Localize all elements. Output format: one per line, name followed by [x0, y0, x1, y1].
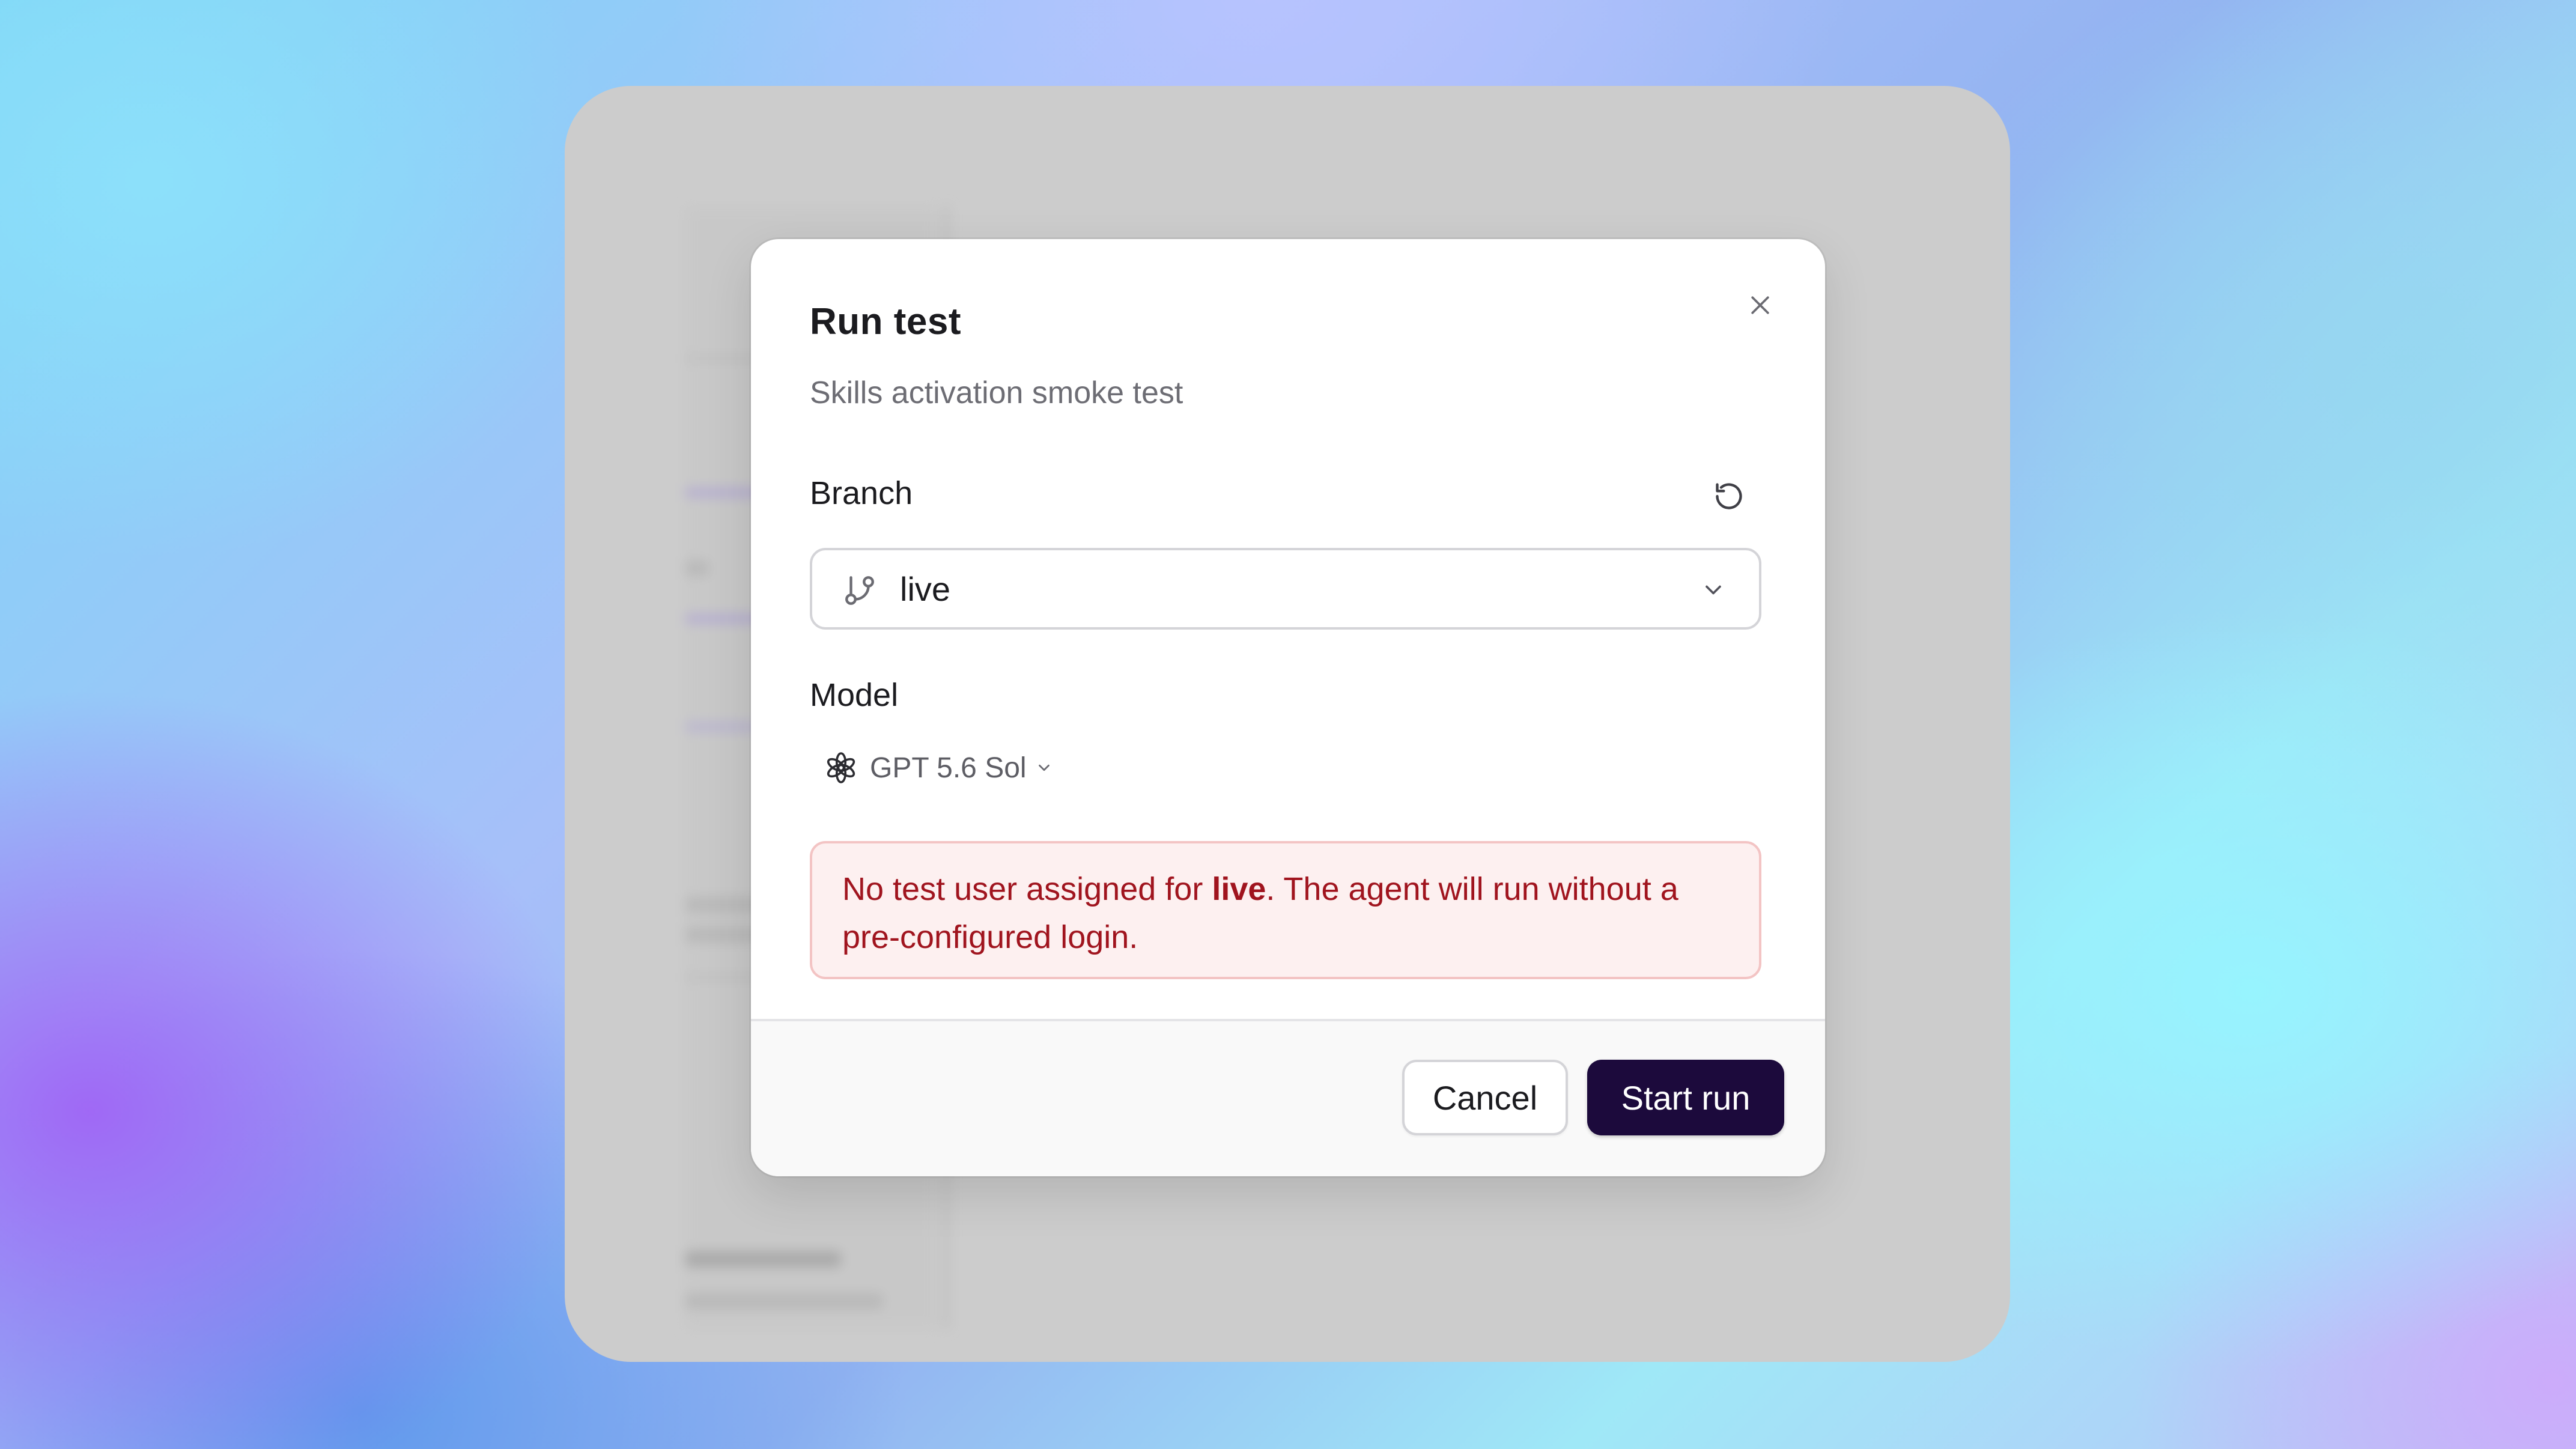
warning-text-start: No test user assigned for	[842, 871, 1212, 907]
chevron-down-icon	[1038, 764, 1050, 771]
dialog-footer: Cancel Start run	[751, 1019, 1825, 1176]
model-label: Model	[810, 677, 899, 713]
cancel-button[interactable]: Cancel	[1402, 1060, 1568, 1135]
refresh-icon	[1716, 483, 1742, 509]
close-icon	[1751, 296, 1769, 314]
chevron-down-icon	[1706, 585, 1721, 595]
branch-label: Branch	[810, 475, 913, 511]
openai-logo-icon	[827, 752, 855, 783]
start-run-button[interactable]: Start run	[1587, 1060, 1784, 1135]
warning-branch-name: live	[1212, 871, 1266, 907]
branch-select[interactable]: live	[810, 548, 1761, 630]
refresh-branches-button[interactable]	[1700, 467, 1758, 525]
model-selected-value: GPT 5.6 Sol	[870, 752, 1027, 784]
run-test-dialog: Run test Skills activation smoke test Br…	[751, 239, 1825, 1176]
model-picker[interactable]: GPT 5.6 Sol	[823, 744, 1053, 792]
no-test-user-warning: No test user assigned for live. The agen…	[810, 841, 1761, 979]
dialog-subtitle: Skills activation smoke test	[810, 375, 1183, 410]
dialog-title: Run test	[810, 301, 961, 342]
git-branch-icon	[845, 576, 874, 605]
close-button[interactable]	[1736, 281, 1784, 329]
branch-selected-value: live	[900, 570, 951, 608]
